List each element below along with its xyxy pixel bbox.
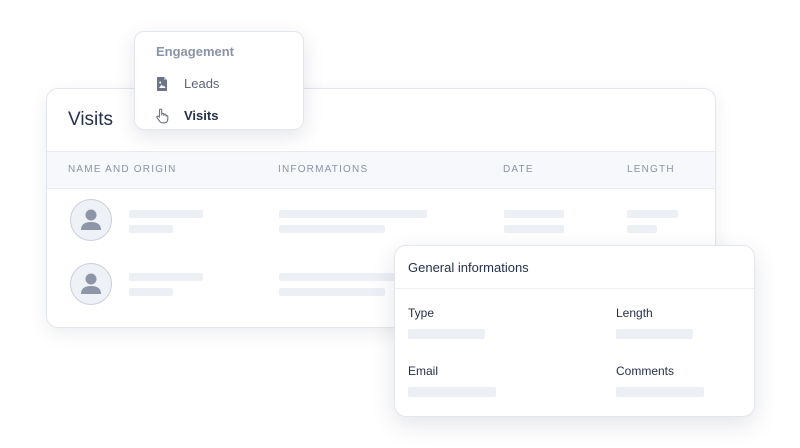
table-header: NAME AND ORIGIN INFORMATIONS DATE LENGTH — [47, 151, 715, 189]
avatar — [70, 263, 112, 305]
panel-title: General informations — [408, 260, 529, 275]
informations-skeleton-line — [279, 288, 385, 296]
menu-item-visits[interactable]: Visits — [135, 102, 303, 130]
table-row[interactable] — [47, 199, 715, 247]
origin-skeleton-line — [129, 288, 173, 296]
column-header-length[interactable]: LENGTH — [627, 164, 675, 175]
origin-skeleton-line — [129, 225, 173, 233]
canvas: Visits NAME AND ORIGIN INFORMATIONS DATE… — [0, 0, 800, 448]
divider — [395, 288, 754, 289]
length-value-skeleton — [616, 329, 693, 339]
type-value-skeleton — [408, 329, 485, 339]
menu-heading: Engagement — [156, 44, 235, 59]
length-skeleton-line — [627, 210, 678, 218]
user-icon — [81, 209, 101, 230]
informations-skeleton-line — [279, 225, 385, 233]
date-skeleton-line — [504, 225, 564, 233]
name-skeleton-line — [129, 273, 203, 281]
visits-title: Visits — [68, 109, 114, 130]
length-label: Length — [616, 306, 653, 320]
column-header-name-and-origin[interactable]: NAME AND ORIGIN — [68, 164, 177, 175]
menu-item-label: Visits — [184, 108, 219, 123]
comments-label: Comments — [616, 364, 675, 378]
email-value-skeleton — [408, 387, 496, 397]
column-header-informations[interactable]: INFORMATIONS — [278, 164, 368, 175]
user-icon — [81, 273, 101, 294]
file-document-icon — [155, 76, 169, 92]
engagement-menu: Engagement Leads Visits — [134, 31, 304, 130]
type-label: Type — [408, 306, 435, 320]
email-label: Email — [408, 364, 439, 378]
length-skeleton-line — [627, 225, 657, 233]
informations-skeleton-line — [279, 210, 427, 218]
hand-pointer-icon — [155, 108, 169, 124]
avatar — [70, 199, 112, 241]
column-header-date[interactable]: DATE — [503, 164, 534, 175]
name-skeleton-line — [129, 210, 203, 218]
date-skeleton-line — [504, 210, 564, 218]
general-informations-panel: General informations Type Length Email C… — [394, 245, 755, 417]
menu-item-leads[interactable]: Leads — [135, 70, 303, 98]
comments-value-skeleton — [616, 387, 704, 397]
menu-item-label: Leads — [184, 76, 220, 91]
